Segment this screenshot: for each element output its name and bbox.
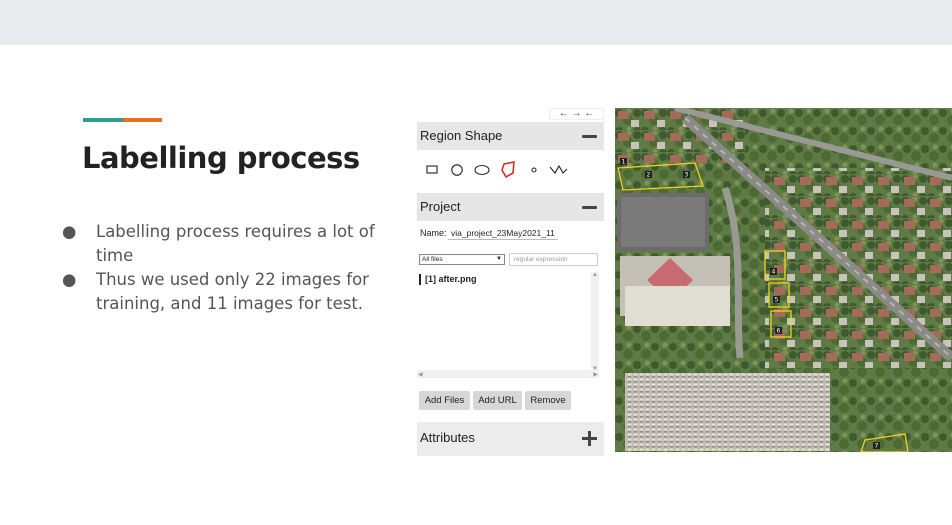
rectangle-icon[interactable] — [425, 160, 439, 180]
scroll-right-icon[interactable]: ▶ — [593, 371, 598, 378]
vertical-scrollbar[interactable]: ▲ ▼ — [591, 272, 599, 372]
polyline-icon[interactable] — [549, 160, 569, 180]
regex-filter-input[interactable]: regular expression — [509, 253, 598, 266]
svg-text:7: 7 — [875, 443, 879, 450]
plus-icon[interactable] — [582, 431, 597, 446]
svg-text:6: 6 — [777, 328, 781, 335]
chevron-down-icon: ▼ — [496, 256, 502, 262]
cemetery-lot — [625, 373, 830, 451]
region-shape-toolbar — [425, 160, 600, 180]
list-item[interactable]: [1] after.png — [419, 274, 477, 285]
point-icon[interactable] — [529, 160, 541, 180]
bullet-dot-icon: ● — [62, 270, 77, 289]
scroll-up-icon[interactable]: ▲ — [592, 272, 598, 278]
add-files-button[interactable]: Add Files — [419, 391, 470, 410]
horizontal-scrollbar[interactable]: ◀ ▶ — [417, 370, 599, 378]
remove-button[interactable]: Remove — [525, 391, 571, 410]
aerial-image[interactable]: 1 2 3 4 5 6 7 — [615, 108, 952, 452]
add-url-button[interactable]: Add URL — [473, 391, 522, 410]
project-name-input[interactable] — [448, 226, 558, 240]
minus-icon[interactable] — [582, 135, 597, 138]
minus-icon[interactable] — [582, 206, 597, 209]
circle-icon[interactable] — [449, 160, 465, 180]
building-roof — [621, 197, 705, 247]
attributes-label: Attributes — [420, 430, 475, 445]
nav-arrows[interactable]: ← → ← — [549, 108, 604, 120]
region-shape-header[interactable]: Region Shape — [417, 122, 604, 150]
accent-bar-teal — [83, 118, 123, 122]
svg-text:3: 3 — [685, 172, 689, 179]
accent-bar-orange — [123, 118, 162, 122]
bullet-item: ● Thus we used only 22 images for trainin… — [62, 270, 369, 313]
svg-text:4: 4 — [772, 269, 776, 276]
file-filter-select[interactable]: All files ▼ — [419, 254, 505, 265]
bullet-list: ● Labelling process requires a lot of tim… — [62, 220, 402, 316]
building — [625, 286, 730, 326]
bullet-item: ● Labelling process requires a lot of tim… — [62, 222, 375, 265]
region-shape-label: Region Shape — [420, 128, 503, 143]
file-list: [1] after.png — [417, 270, 600, 380]
scroll-left-icon[interactable]: ◀ — [418, 371, 423, 378]
svg-text:2: 2 — [647, 172, 651, 179]
bullet-dot-icon: ● — [62, 222, 77, 241]
project-name-label: Name: — [420, 228, 447, 238]
svg-text:5: 5 — [775, 297, 779, 304]
svg-text:1: 1 — [622, 159, 626, 166]
via-panel: ← → ← Region Shape Project Name: All fil… — [417, 108, 604, 456]
attributes-header[interactable]: Attributes — [417, 422, 604, 456]
slide-title: Labelling process — [82, 141, 360, 175]
polygon-icon[interactable] — [499, 160, 517, 180]
project-label: Project — [420, 199, 461, 214]
project-header[interactable]: Project — [417, 193, 604, 221]
top-bar — [0, 0, 952, 45]
ellipse-icon[interactable] — [473, 160, 491, 180]
